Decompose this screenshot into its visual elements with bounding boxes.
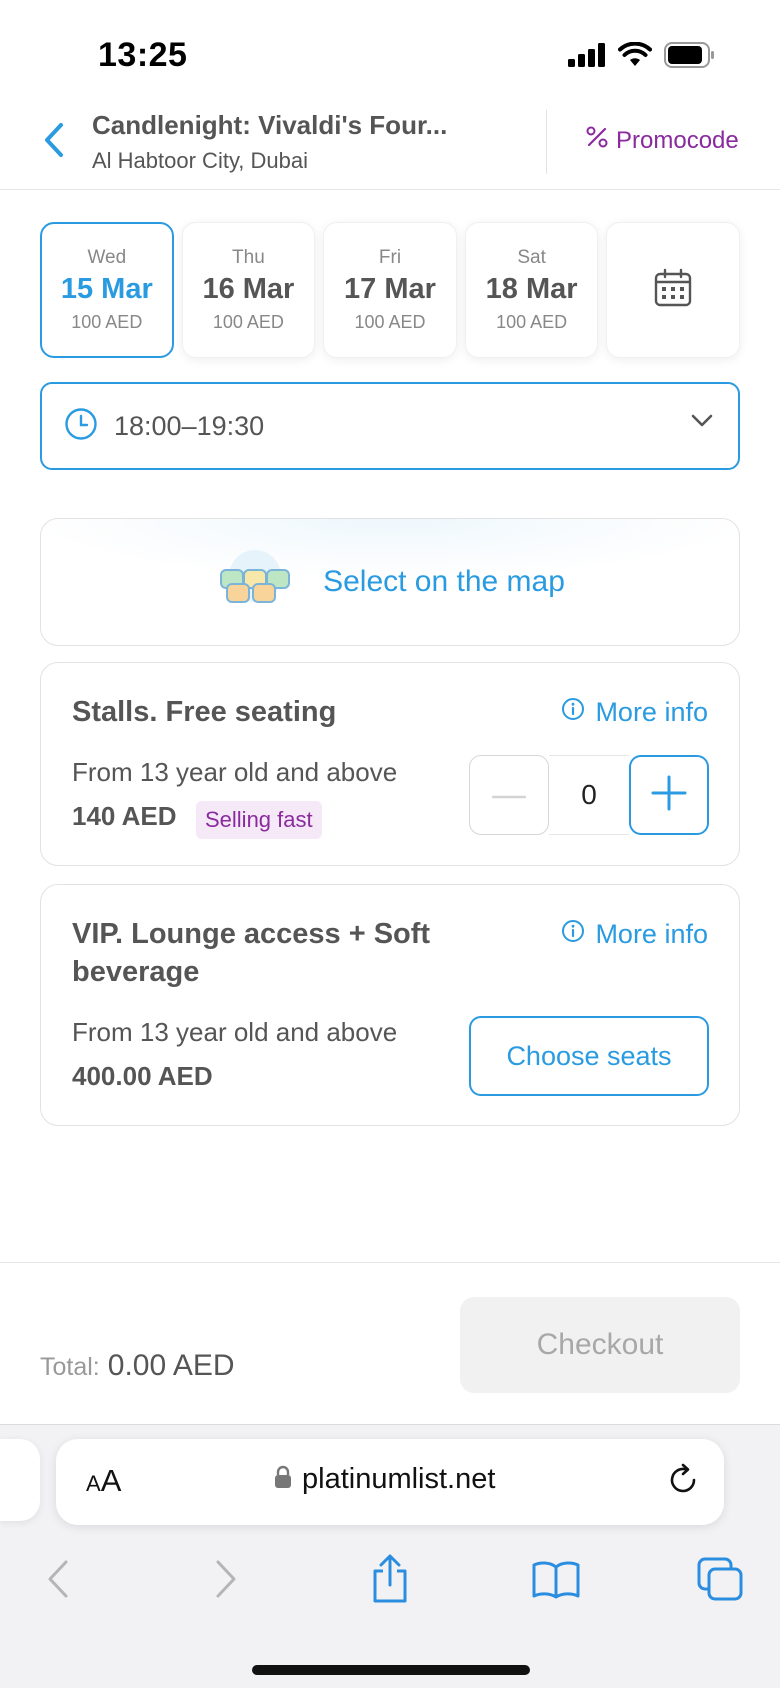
total-label: Total:	[40, 1353, 100, 1381]
quantity-stepper: 0	[469, 755, 709, 835]
info-icon	[561, 919, 585, 950]
date-weekday: Fri	[378, 247, 402, 268]
total: Total: 0.00 AED	[40, 1349, 235, 1383]
time-dropdown[interactable]: 18:00–19:30	[40, 382, 740, 470]
date-weekday: Thu	[232, 247, 265, 268]
reload-icon	[666, 1463, 700, 1501]
ticket-age: From 13 year old and above	[72, 757, 398, 787]
home-indicator	[252, 1665, 530, 1675]
more-info-link[interactable]: More info	[561, 919, 708, 950]
more-info-label: More info	[595, 697, 708, 727]
chevron-down-icon	[690, 412, 714, 433]
status-bar: 13:25	[0, 0, 780, 100]
tabs-icon	[697, 1557, 743, 1606]
status-time: 13:25	[98, 36, 188, 74]
date-price: 100 AED	[496, 312, 568, 332]
ticket-title-line-2: beverage	[72, 956, 200, 988]
header: Candlenight: Vivaldi's Four... Al Habtoo…	[0, 100, 780, 190]
total-value: 0.00 AED	[107, 1349, 235, 1382]
status-icons	[568, 41, 716, 73]
minus-icon	[491, 786, 527, 804]
share-icon	[369, 1554, 411, 1609]
previous-tab-peek[interactable]	[0, 1439, 40, 1521]
ticket-title: Stalls. Free seating	[72, 696, 337, 728]
checkout-button[interactable]: Checkout	[460, 1297, 740, 1393]
date-weekday: Wed	[87, 247, 127, 268]
battery-icon	[664, 42, 716, 73]
ticket-title: VIP. Lounge access + Soft beverage	[72, 915, 430, 991]
bookmarks-button[interactable]	[526, 1553, 586, 1609]
increment-button[interactable]	[629, 755, 709, 835]
wifi-icon	[618, 41, 652, 73]
time-value: 18:00–19:30	[114, 410, 265, 441]
ticket-price: 140 AED	[72, 801, 177, 831]
map-label: Select on the map	[323, 565, 565, 598]
info-icon	[561, 697, 585, 728]
date-option[interactable]: Fri 17 Mar 100 AED	[323, 222, 457, 358]
event-title: Candlenight: Vivaldi's Four...	[92, 110, 448, 140]
calendar-icon	[653, 268, 693, 313]
date-option[interactable]: Sat 18 Mar 100 AED	[464, 222, 599, 358]
text-size-small: A	[86, 1471, 101, 1496]
lock-icon	[274, 1465, 292, 1494]
back-icon	[46, 1559, 70, 1604]
date-day: 16 Mar	[202, 273, 295, 305]
share-button[interactable]	[360, 1553, 420, 1609]
forward-icon	[214, 1559, 238, 1604]
browser-toolbar	[0, 1543, 780, 1619]
reload-button[interactable]	[666, 1463, 700, 1502]
ticket-card-stalls: Stalls. Free seating More info From 13 y…	[40, 662, 740, 866]
date-price: 100 AED	[71, 312, 143, 332]
signal-icon	[568, 43, 606, 72]
calendar-button[interactable]	[606, 222, 740, 358]
date-price: 100 AED	[354, 312, 426, 332]
date-selector: Wed 15 Mar 100 AED Thu 16 Mar 100 AED Fr…	[40, 222, 740, 358]
more-info-link[interactable]: More info	[561, 697, 708, 728]
chevron-left-icon	[43, 122, 65, 163]
date-price: 100 AED	[212, 312, 284, 332]
date-day: 17 Mar	[344, 273, 436, 305]
browser-back-button[interactable]	[28, 1553, 88, 1609]
date-option[interactable]: Wed 15 Mar 100 AED	[40, 222, 174, 358]
date-day: 18 Mar	[485, 273, 578, 305]
decrement-button[interactable]	[469, 755, 549, 835]
text-size-button[interactable]: AA	[86, 1463, 121, 1499]
ticket-card-vip: VIP. Lounge access + Soft beverage More …	[40, 884, 740, 1126]
selling-fast-badge: Selling fast	[196, 801, 322, 839]
ticket-price: 400.00 AED	[72, 1061, 213, 1091]
clock-icon	[64, 407, 98, 446]
promocode-label: Promocode	[616, 126, 739, 154]
url-display[interactable]: platinumlist.net	[274, 1463, 495, 1496]
header-divider	[546, 110, 547, 174]
text-size-large: A	[100, 1463, 122, 1498]
percent-icon	[586, 126, 608, 155]
plus-icon	[651, 775, 687, 816]
select-on-map-button[interactable]: Select on the map	[40, 518, 740, 646]
choose-seats-button[interactable]: Choose seats	[469, 1016, 709, 1096]
url-text: platinumlist.net	[302, 1463, 496, 1495]
address-bar[interactable]: AA platinumlist.net	[56, 1439, 724, 1525]
date-day: 15 Mar	[60, 273, 153, 305]
seats-icon	[215, 549, 295, 615]
tabs-button[interactable]	[690, 1553, 750, 1609]
ticket-age: From 13 year old and above	[72, 1017, 398, 1047]
checkout-footer: Total: 0.00 AED Checkout	[0, 1262, 780, 1424]
ticket-title-line-1: VIP. Lounge access + Soft	[72, 918, 431, 950]
more-info-label: More info	[595, 919, 708, 949]
browser-chrome: AA platinumlist.net	[0, 1424, 780, 1688]
bookmarks-icon	[531, 1559, 581, 1604]
browser-forward-button[interactable]	[196, 1553, 256, 1609]
quantity-value[interactable]: 0	[549, 755, 629, 835]
promocode-button[interactable]: Promocode	[586, 126, 739, 155]
back-button[interactable]	[34, 120, 74, 164]
date-option[interactable]: Thu 16 Mar 100 AED	[181, 222, 316, 358]
event-venue: Al Habtoor City, Dubai	[92, 148, 309, 173]
date-weekday: Sat	[517, 247, 546, 268]
